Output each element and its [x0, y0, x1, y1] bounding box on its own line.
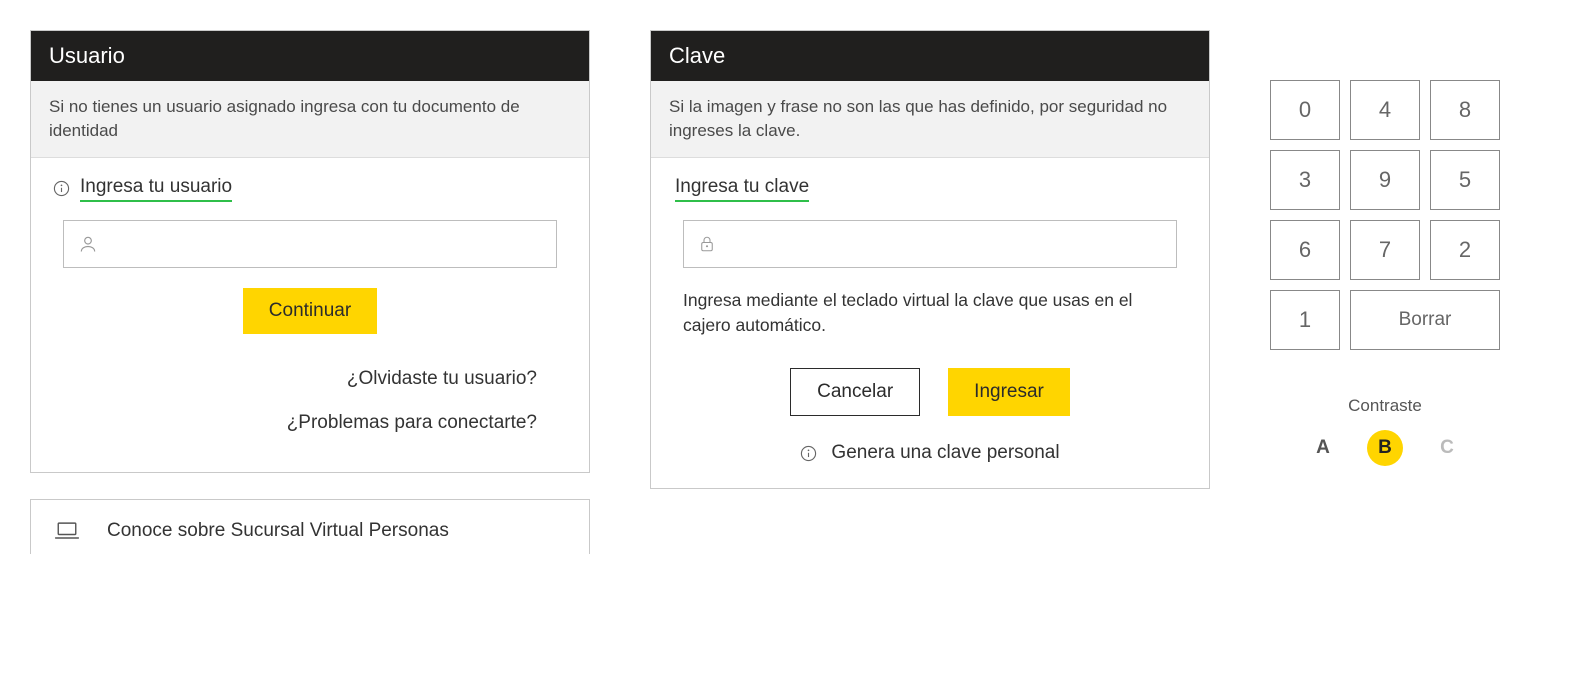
- contrast-title: Contraste: [1270, 396, 1500, 416]
- usuario-input[interactable]: [110, 234, 542, 254]
- lock-icon: [698, 234, 716, 254]
- keypad-key-6[interactable]: 6: [1270, 220, 1340, 280]
- info-icon: [53, 180, 70, 197]
- clave-field-label: Ingresa tu clave: [675, 176, 809, 202]
- contrast-option-c[interactable]: C: [1429, 430, 1465, 466]
- connection-problems-link[interactable]: ¿Problemas para conectarte?: [53, 412, 537, 434]
- info-secondary-text: Conoce sobre Sucursal Virtual Personas: [107, 520, 449, 542]
- continuar-button[interactable]: Continuar: [243, 288, 377, 334]
- contrast-option-b[interactable]: B: [1367, 430, 1403, 466]
- cancelar-button[interactable]: Cancelar: [790, 368, 920, 416]
- info-secondary-panel[interactable]: Conoce sobre Sucursal Virtual Personas: [30, 499, 590, 554]
- generate-password-link[interactable]: Genera una clave personal: [831, 442, 1059, 464]
- info-icon: [800, 445, 817, 462]
- clave-help-text: Ingresa mediante el teclado virtual la c…: [683, 288, 1177, 339]
- contrast-options: ABC: [1270, 430, 1500, 466]
- usuario-hint: Si no tienes un usuario asignado ingresa…: [31, 81, 589, 158]
- keypad-key-2[interactable]: 2: [1430, 220, 1500, 280]
- keypad-key-7[interactable]: 7: [1350, 220, 1420, 280]
- user-icon: [78, 234, 98, 254]
- usuario-panel: Usuario Si no tienes un usuario asignado…: [30, 30, 590, 473]
- clave-input-wrap[interactable]: [683, 220, 1177, 268]
- keypad-key-3[interactable]: 3: [1270, 150, 1340, 210]
- clave-hint: Si la imagen y frase no son las que has …: [651, 81, 1209, 158]
- keypad-key-9[interactable]: 9: [1350, 150, 1420, 210]
- clave-header: Clave: [651, 31, 1209, 81]
- usuario-header: Usuario: [31, 31, 589, 81]
- keypad-key-8[interactable]: 8: [1430, 80, 1500, 140]
- keypad-key-0[interactable]: 0: [1270, 80, 1340, 140]
- keypad-key-5[interactable]: 5: [1430, 150, 1500, 210]
- usuario-field-label: Ingresa tu usuario: [80, 176, 232, 202]
- contrast-option-a[interactable]: A: [1305, 430, 1341, 466]
- keypad-key-1[interactable]: 1: [1270, 290, 1340, 350]
- forgot-user-link[interactable]: ¿Olvidaste tu usuario?: [53, 368, 537, 390]
- virtual-keypad: 048 395 672 1Borrar: [1270, 80, 1500, 350]
- clave-input[interactable]: [728, 234, 1162, 254]
- keypad-key-4[interactable]: 4: [1350, 80, 1420, 140]
- ingresar-button[interactable]: Ingresar: [948, 368, 1070, 416]
- usuario-input-wrap[interactable]: [63, 220, 557, 268]
- keypad-clear-button[interactable]: Borrar: [1350, 290, 1500, 350]
- laptop-icon: [53, 520, 81, 542]
- clave-panel: Clave Si la imagen y frase no son las qu…: [650, 30, 1210, 489]
